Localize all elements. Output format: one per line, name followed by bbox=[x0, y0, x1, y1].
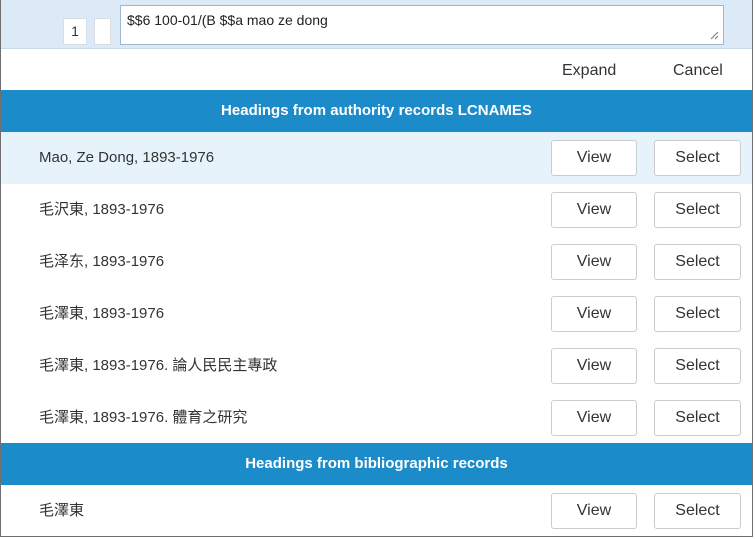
view-button[interactable]: View bbox=[551, 348, 637, 384]
heading-label: 毛泽东, 1893-1976 bbox=[39, 253, 165, 270]
authority-row[interactable]: 毛泽东, 1893-1976 View Select bbox=[1, 236, 752, 288]
heading-label: 毛澤東, 1893-1976 bbox=[39, 305, 165, 322]
select-button[interactable]: Select bbox=[654, 400, 741, 436]
select-button[interactable]: Select bbox=[654, 140, 741, 176]
authority-row[interactable]: 毛澤東, 1893-1976 View Select bbox=[1, 288, 752, 340]
view-button[interactable]: View bbox=[551, 296, 637, 332]
marc-field-row: 1 $$6 100-01/(B $$a mao ze dong bbox=[1, 0, 752, 49]
view-button[interactable]: View bbox=[551, 493, 637, 529]
authority-row[interactable]: 毛澤東, 1893-1976. 體育之研究 View Select bbox=[1, 392, 752, 444]
line-number: 1 bbox=[63, 18, 87, 45]
cancel-button[interactable]: Cancel bbox=[673, 62, 723, 80]
bibliographic-section-header: Headings from bibliographic records bbox=[1, 443, 752, 485]
view-button[interactable]: View bbox=[551, 400, 637, 436]
select-button[interactable]: Select bbox=[654, 244, 741, 280]
field-value-text: $$6 100-01/(B $$a mao ze dong bbox=[127, 12, 328, 28]
select-button[interactable]: Select bbox=[654, 348, 741, 384]
view-button[interactable]: View bbox=[551, 140, 637, 176]
heading-label: 毛澤東, 1893-1976. 論人民民主專政 bbox=[39, 357, 278, 374]
indicator-field[interactable] bbox=[94, 18, 111, 45]
expand-button[interactable]: Expand bbox=[562, 62, 616, 80]
view-button[interactable]: View bbox=[551, 192, 637, 228]
select-button[interactable]: Select bbox=[654, 192, 741, 228]
view-button[interactable]: View bbox=[551, 244, 637, 280]
field-value-input[interactable]: $$6 100-01/(B $$a mao ze dong bbox=[120, 5, 724, 45]
authority-row[interactable]: 毛澤東, 1893-1976. 論人民民主專政 View Select bbox=[1, 340, 752, 392]
heading-label: Mao, Ze Dong, 1893-1976 bbox=[39, 149, 215, 166]
resize-handle-icon[interactable] bbox=[709, 30, 719, 40]
heading-label: 毛澤東, 1893-1976. 體育之研究 bbox=[39, 409, 248, 426]
select-button[interactable]: Select bbox=[654, 493, 741, 529]
heading-label: 毛沢東, 1893-1976 bbox=[39, 201, 165, 218]
lookup-actions: Expand Cancel bbox=[1, 50, 752, 90]
authority-section-header: Headings from authority records LCNAMES bbox=[1, 90, 752, 132]
authority-row[interactable]: 毛沢東, 1893-1976 View Select bbox=[1, 184, 752, 236]
select-button[interactable]: Select bbox=[654, 296, 741, 332]
heading-label: 毛澤東 bbox=[39, 502, 85, 519]
bibliographic-row[interactable]: 毛澤東 View Select bbox=[1, 485, 752, 537]
authority-row[interactable]: Mao, Ze Dong, 1893-1976 View Select bbox=[1, 132, 752, 184]
